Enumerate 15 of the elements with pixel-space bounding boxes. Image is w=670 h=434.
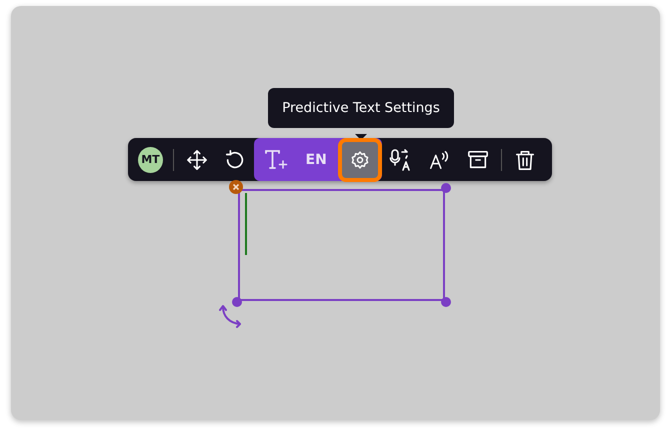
settings-icon [350,150,370,170]
resize-handle[interactable] [441,183,451,193]
resize-handle[interactable] [232,297,242,307]
trash-icon [514,148,536,170]
read-aloud-icon [428,148,450,170]
language-button[interactable]: EN [296,140,336,180]
resize-handle[interactable] [441,297,451,307]
move-arrows-icon [186,148,208,170]
tooltip: Predictive Text Settings [268,88,454,128]
user-avatar[interactable]: MT [138,146,163,172]
archive-box-icon [466,148,489,170]
delete-handle[interactable] [229,180,243,194]
text-cursor [245,193,247,255]
settings-button[interactable] [338,138,382,182]
text-box[interactable] [238,189,445,301]
